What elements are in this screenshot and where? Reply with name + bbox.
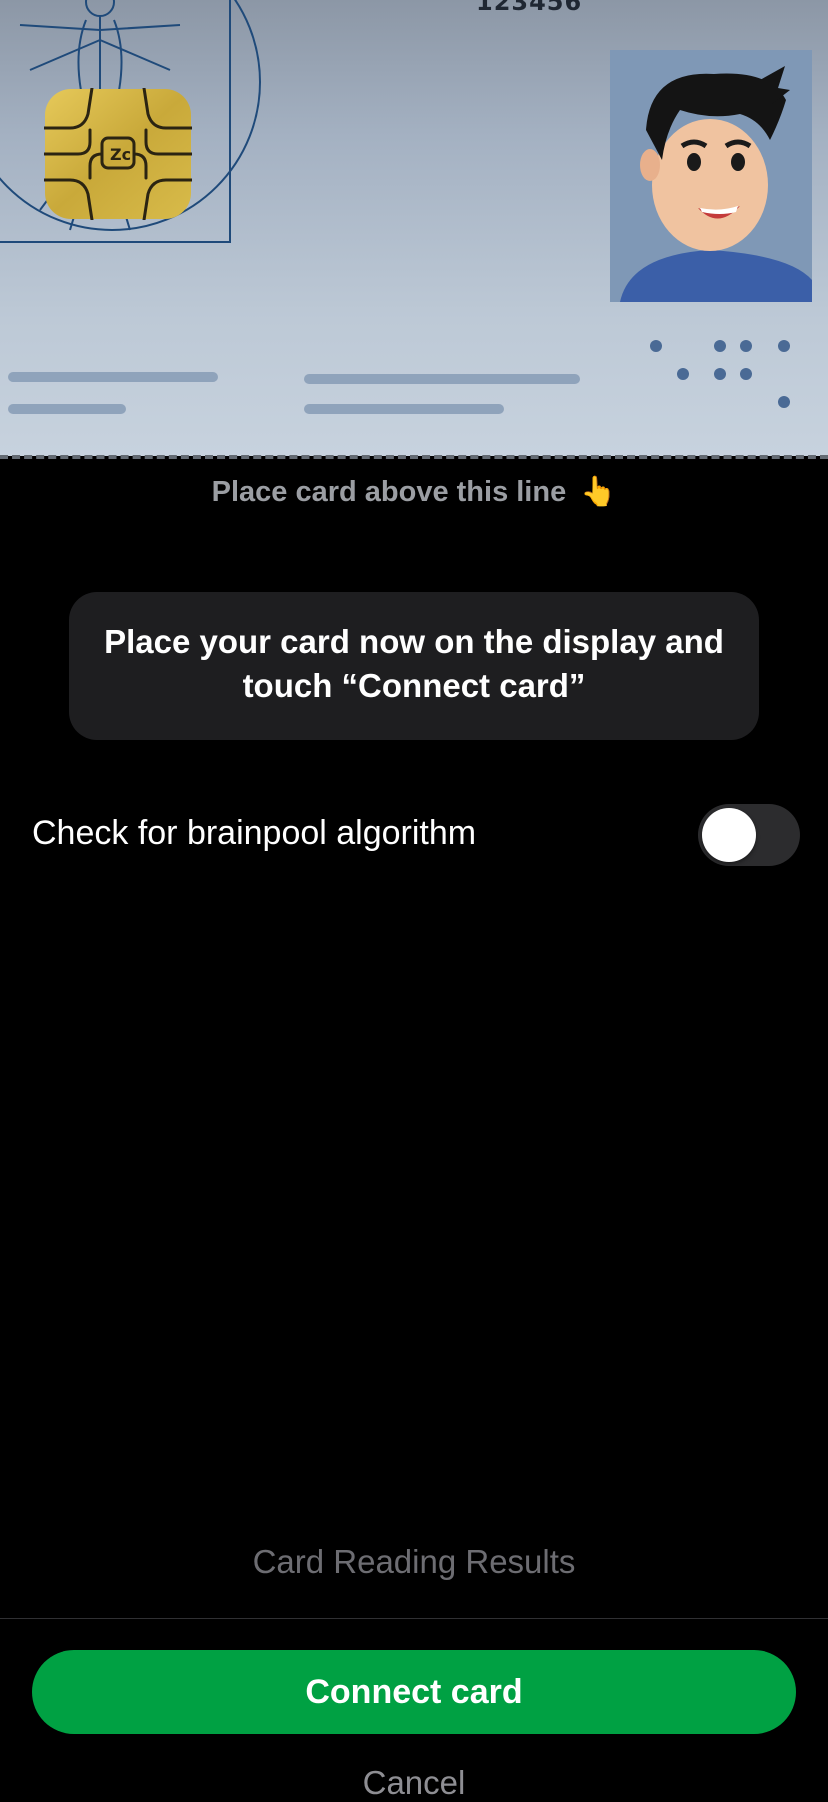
card-chip-icon: Zc <box>44 88 192 220</box>
card-reading-results-link[interactable]: Card Reading Results <box>0 1543 828 1581</box>
chip-marking: Zc <box>110 145 131 164</box>
placement-hint: Place card above this line 👆 <box>0 474 828 509</box>
card-number: 123456 <box>476 0 583 16</box>
connect-card-button[interactable]: Connect card <box>32 1650 796 1734</box>
card-placement-guide-line <box>0 455 828 459</box>
footer-divider <box>0 1618 828 1619</box>
instruction-line-1: Place your card now on the display and <box>104 623 724 660</box>
pointing-up-hand-icon: 👆 <box>580 474 617 508</box>
card-text-placeholder-lines <box>8 372 580 414</box>
brainpool-toggle-label: Check for brainpool algorithm <box>32 814 477 852</box>
instruction-line-2: touch “Connect card” <box>242 667 586 704</box>
avatar-photo <box>610 50 812 302</box>
placement-hint-text: Place card above this line <box>211 476 567 508</box>
cancel-button[interactable]: Cancel <box>0 1764 828 1802</box>
card-braille-dots <box>650 340 790 408</box>
toggle-knob <box>702 808 756 862</box>
id-card-preview: 123456 Zc <box>0 0 828 456</box>
instruction-message: Place your card now on the display and t… <box>69 592 759 740</box>
brainpool-toggle[interactable] <box>698 804 800 866</box>
brainpool-option-row: Check for brainpool algorithm <box>32 804 800 868</box>
